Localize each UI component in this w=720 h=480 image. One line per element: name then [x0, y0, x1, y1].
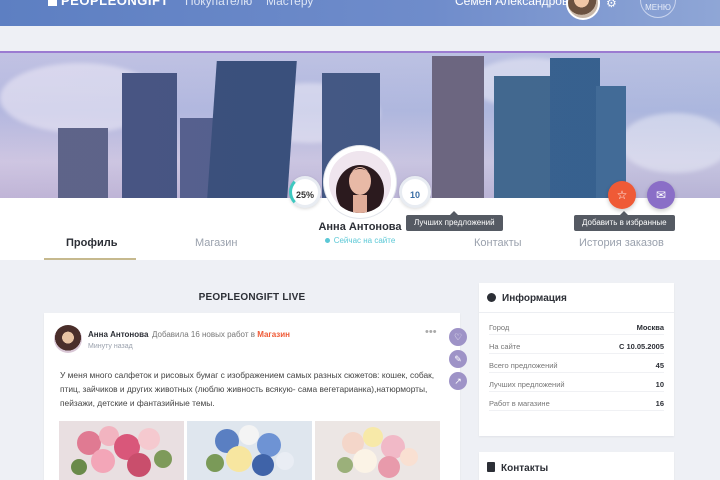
post-action-text: Добавила 16 новых работ в Магазин [152, 330, 291, 339]
heart-icon: ♡ [453, 332, 463, 342]
chat-icon: ✉ [655, 188, 667, 202]
tab-order-history[interactable]: История заказов [579, 237, 664, 249]
info-row-total-offers: Всего предложений 45 [489, 361, 664, 373]
info-title: Информация [487, 293, 567, 304]
tab-shop[interactable]: Магазин [195, 237, 237, 249]
active-tab-indicator [44, 258, 136, 260]
info-panel: Информация Город Москва На сайте С 10.05.2… [479, 283, 674, 436]
profile-progress-indicator: 25% [289, 176, 321, 208]
info-row-best-offers: Лучших предложений 10 [489, 380, 664, 392]
share-icon: ↗ [454, 376, 462, 386]
profile-name: Анна Антонова [318, 221, 402, 233]
post-author-avatar[interactable] [54, 325, 82, 353]
add-to-favorites-button[interactable]: ☆ [608, 181, 636, 209]
nav-link-buyer[interactable]: Покупателю [185, 0, 252, 8]
best-offers-tooltip: Лучших предложений [406, 211, 503, 231]
divider [479, 312, 674, 313]
menu-button[interactable]: МЕНЮ [640, 0, 676, 18]
pie-chart-icon [487, 293, 496, 302]
post-author[interactable]: Анна Антонова [88, 330, 148, 339]
comment-icon: ✎ [454, 354, 462, 364]
contact-book-icon [487, 462, 495, 472]
top-navbar: PEOPLEONGIFT Покупателю Мастеру Семён Ал… [0, 0, 720, 26]
user-avatar[interactable] [566, 0, 600, 20]
online-dot-icon [324, 238, 330, 244]
best-offers-count[interactable]: 10 [399, 176, 431, 208]
spacer [0, 26, 720, 51]
contacts-title: Контакты [487, 462, 548, 474]
post-shop-link[interactable]: Магазин [257, 330, 290, 339]
post-timestamp: Минуту назад [88, 343, 133, 350]
site-logo[interactable]: PEOPLEONGIFT [48, 0, 169, 8]
message-button[interactable]: ✉ [647, 181, 675, 209]
feed-post: Анна Антонова Добавила 16 новых работ в … [44, 313, 460, 480]
gear-icon[interactable]: ⚙ [606, 0, 617, 10]
like-button[interactable]: ♡ [449, 328, 467, 346]
online-status: Сейчас на сайте [300, 236, 420, 245]
post-photo[interactable] [187, 421, 312, 480]
comment-button[interactable]: ✎ [449, 350, 467, 368]
contacts-panel: Контакты [479, 452, 674, 480]
star-icon: ☆ [616, 188, 628, 202]
tab-contacts[interactable]: Контакты [474, 237, 522, 249]
post-text: У меня много салфеток и рисовых бумаг с … [60, 370, 435, 408]
post-photo[interactable] [315, 421, 440, 480]
profile-avatar[interactable] [329, 151, 391, 213]
info-row-member-since: На сайте С 10.05.2005 [489, 342, 664, 354]
tab-profile[interactable]: Профиль [66, 237, 117, 249]
favorites-tooltip: Добавить в избранные [574, 211, 675, 231]
nav-link-master[interactable]: Мастеру [266, 0, 313, 8]
current-user-name[interactable]: Семён Александрович [455, 0, 581, 8]
share-button[interactable]: ↗ [449, 372, 467, 390]
feed-title: PEOPLEONGIFT LIVE [198, 292, 306, 303]
post-photo[interactable] [59, 421, 184, 480]
logo-icon [48, 0, 57, 7]
more-options-icon[interactable]: ••• [425, 326, 437, 338]
info-row-shop-works: Работ в магазине 16 [489, 399, 664, 411]
info-row-city: Город Москва [489, 323, 664, 335]
